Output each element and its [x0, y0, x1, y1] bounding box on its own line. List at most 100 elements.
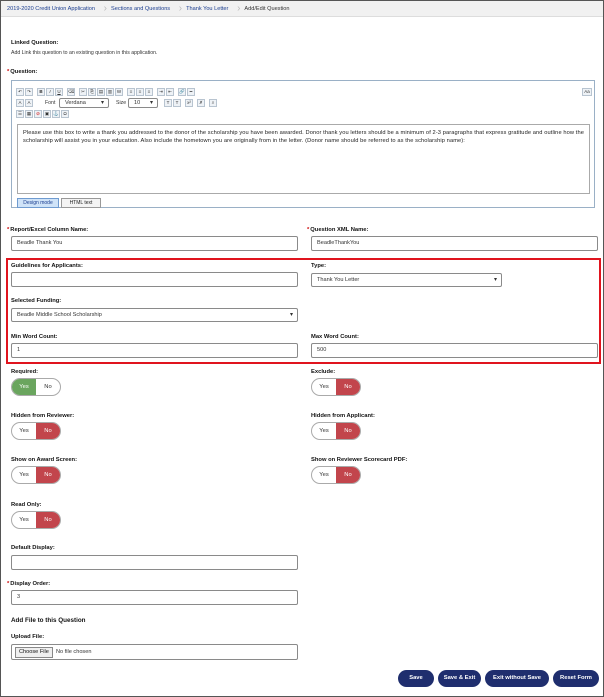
table-icon[interactable]: ▦: [25, 110, 33, 118]
aa-icon[interactable]: Aa: [582, 88, 592, 96]
text-color-icon[interactable]: T: [164, 99, 172, 107]
read-only-yes[interactable]: Yes: [12, 512, 36, 528]
breadcrumb-section[interactable]: Thank You Letter ›: [180, 1, 240, 17]
type-select[interactable]: Thank You Letter ▾: [311, 273, 502, 287]
show-pdf-toggle[interactable]: Yes No: [311, 466, 361, 484]
toolbar-row-2: A A: [16, 99, 33, 107]
display-order-input[interactable]: 3: [11, 590, 298, 605]
show-award-label: Show on Award Screen:: [11, 457, 78, 463]
read-only-label: Read Only:: [11, 502, 42, 508]
indent-icon[interactable]: ⇥: [157, 88, 165, 96]
show-pdf-no[interactable]: No: [336, 467, 360, 483]
spell-check-icon[interactable]: ⊘: [34, 110, 42, 118]
show-award-no[interactable]: No: [36, 467, 60, 483]
guidelines-label: Guidelines for Applicants:: [11, 263, 83, 269]
hidden-applicant-yes[interactable]: Yes: [312, 423, 336, 439]
show-pdf-label: Show on Reviewer Scorecard PDF:: [311, 457, 408, 463]
redo-icon[interactable]: ↷: [25, 88, 33, 96]
align-right-icon[interactable]: ≡: [145, 88, 153, 96]
underline-icon[interactable]: U: [55, 88, 63, 96]
superscript-icon[interactable]: x²: [185, 99, 193, 107]
hidden-reviewer-label: Hidden from Reviewer:: [11, 413, 75, 419]
hidden-reviewer-toggle[interactable]: Yes No: [11, 422, 61, 440]
linked-question-help[interactable]: Add Link this question to an existing qu…: [11, 50, 158, 56]
save-button[interactable]: Save: [398, 670, 434, 687]
type-label: Type:: [311, 263, 327, 269]
display-order-label: *Display Order:: [7, 581, 51, 587]
special-char-icon[interactable]: Ω: [61, 110, 69, 118]
undo-icon[interactable]: ↶: [16, 88, 24, 96]
breadcrumb-sections[interactable]: Sections and Questions ›: [105, 1, 182, 17]
min-word-label: Min Word Count:: [11, 334, 58, 340]
max-word-label: Max Word Count:: [311, 334, 359, 340]
guidelines-input[interactable]: [11, 272, 298, 287]
question-label: *Question:: [7, 69, 38, 75]
image-icon[interactable]: ▣: [43, 110, 51, 118]
linked-question-label: Linked Question:: [11, 40, 59, 46]
reset-form-button[interactable]: Reset Form: [553, 670, 599, 687]
highlight-color-icon[interactable]: T: [173, 99, 181, 107]
default-display-label: Default Display:: [11, 545, 55, 551]
eraser-icon[interactable]: ⌫: [67, 88, 75, 96]
default-display-input[interactable]: [11, 555, 298, 570]
add-file-title: Add File to this Question: [11, 617, 86, 624]
exclude-yes[interactable]: Yes: [312, 379, 336, 395]
choose-file-button[interactable]: Choose File: [15, 647, 53, 658]
list-icon[interactable]: ☰: [16, 110, 24, 118]
breadcrumb: 2019-2020 Credit Union Application › Sect…: [1, 1, 603, 17]
show-pdf-yes[interactable]: Yes: [312, 467, 336, 483]
hidden-applicant-no[interactable]: No: [336, 423, 360, 439]
question-xml-label: *Question XML Name:: [307, 227, 369, 233]
align-center-icon[interactable]: ≡: [136, 88, 144, 96]
question-xml-input[interactable]: BeadleThankYou: [311, 236, 598, 251]
save-exit-button[interactable]: Save & Exit: [438, 670, 481, 687]
toolbar-row-1: ↶ ↷ B I U ⌫ ✂ ⎘ ▤ ▥ W ≡ ≡ ≡ ⇥ ⇤ 🔗 ━: [16, 88, 195, 96]
max-word-input[interactable]: 500: [311, 343, 598, 358]
hidden-applicant-toggle[interactable]: Yes No: [311, 422, 361, 440]
paste-word-icon[interactable]: W: [115, 88, 123, 96]
font-size-icon[interactable]: A: [25, 99, 33, 107]
hidden-reviewer-yes[interactable]: Yes: [12, 423, 36, 439]
paste-icon[interactable]: ▤: [97, 88, 105, 96]
exclude-no[interactable]: No: [336, 379, 360, 395]
required-toggle[interactable]: Yes No: [11, 378, 61, 396]
toolbar-row-3: ☰ ▦ ⊘ ▣ ⚓ Ω: [16, 110, 69, 118]
font-select[interactable]: Verdana ▾: [59, 98, 109, 108]
cut-icon[interactable]: ✂: [79, 88, 87, 96]
exit-without-save-button[interactable]: Exit without Save: [485, 670, 549, 687]
read-only-toggle[interactable]: Yes No: [11, 511, 61, 529]
selected-funding-label: Selected Funding:: [11, 298, 62, 304]
size-select[interactable]: 10 ▾: [128, 98, 158, 108]
hidden-applicant-label: Hidden from Applicant:: [311, 413, 375, 419]
selected-funding-select[interactable]: Beadle Middle School Scholarship ▾: [11, 308, 298, 322]
report-column-input[interactable]: Beadle Thank You: [11, 236, 298, 251]
font-style-icon[interactable]: A: [16, 99, 24, 107]
italic-icon[interactable]: I: [46, 88, 54, 96]
remove-format-icon[interactable]: ✗: [197, 99, 205, 107]
show-award-toggle[interactable]: Yes No: [11, 466, 61, 484]
design-mode-tab[interactable]: Design mode: [17, 198, 59, 208]
exclude-label: Exclude:: [311, 369, 336, 375]
upload-file-field: Choose File No file chosen: [11, 644, 298, 660]
exclude-toggle[interactable]: Yes No: [311, 378, 361, 396]
read-only-no[interactable]: No: [36, 512, 60, 528]
font-label: Font: [45, 100, 56, 106]
paste-text-icon[interactable]: ▥: [106, 88, 114, 96]
required-no[interactable]: No: [36, 379, 60, 395]
bold-icon[interactable]: B: [37, 88, 45, 96]
horizontal-rule-icon[interactable]: ━: [187, 88, 195, 96]
html-text-tab[interactable]: HTML text: [61, 198, 101, 208]
zoom-icon[interactable]: ⌕: [209, 99, 217, 107]
hidden-reviewer-no[interactable]: No: [36, 423, 60, 439]
breadcrumb-application[interactable]: 2019-2020 Credit Union Application ›: [1, 1, 107, 17]
breadcrumb-current: Add/Edit Question: [244, 5, 290, 12]
required-yes[interactable]: Yes: [12, 379, 36, 395]
anchor-icon[interactable]: ⚓: [52, 110, 60, 118]
show-award-yes[interactable]: Yes: [12, 467, 36, 483]
link-icon[interactable]: 🔗: [178, 88, 186, 96]
question-text-area[interactable]: Please use this box to write a thank you…: [17, 124, 590, 194]
min-word-input[interactable]: 1: [11, 343, 298, 358]
outdent-icon[interactable]: ⇤: [166, 88, 174, 96]
align-left-icon[interactable]: ≡: [127, 88, 135, 96]
copy-icon[interactable]: ⎘: [88, 88, 96, 96]
